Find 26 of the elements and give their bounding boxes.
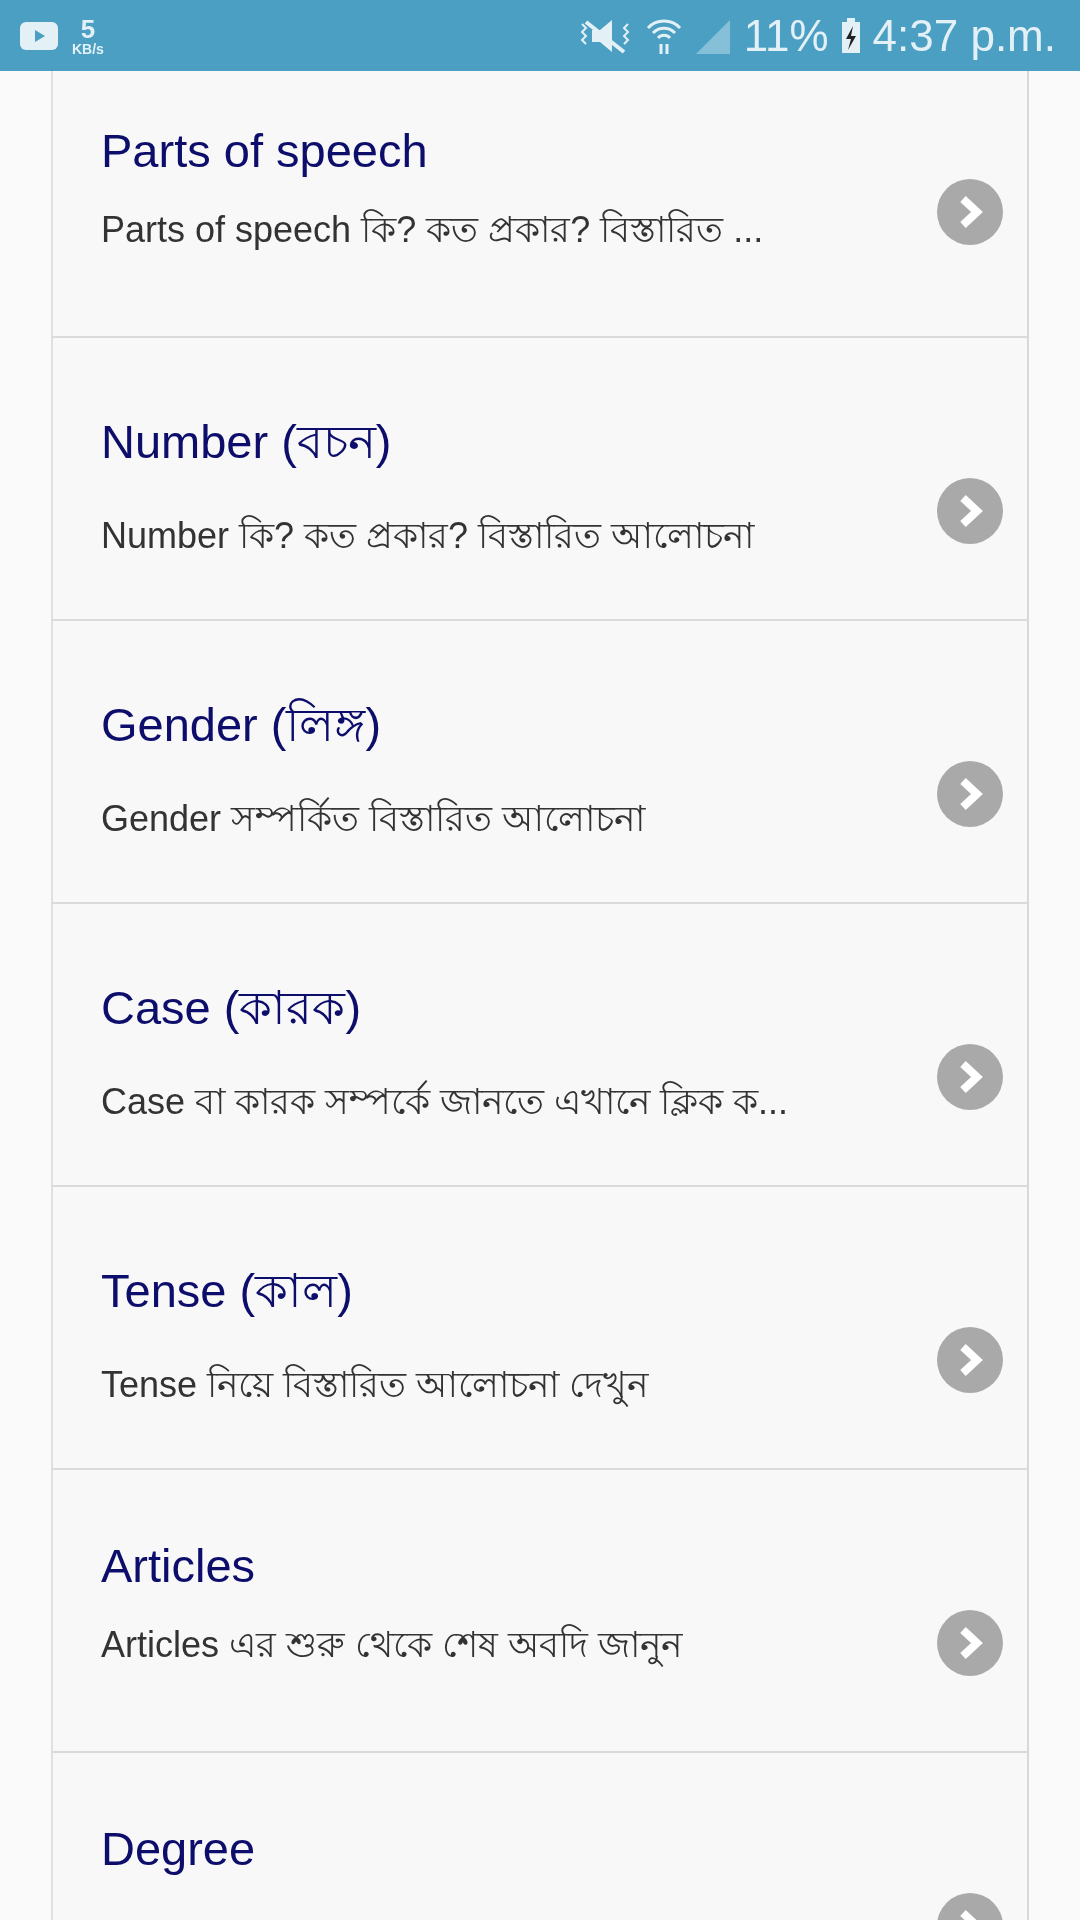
topic-title: Tense (কাল)	[101, 1263, 354, 1319]
topic-title: Parts of speech	[101, 123, 429, 178]
topic-title: Gender (লিঙ্গ)	[101, 697, 383, 753]
topic-card[interactable]: Articles Articles এর শুরু থেকে শেষ অবদি জানুন	[51, 1470, 1029, 1753]
battery-percent: 11%	[743, 10, 829, 61]
battery-charging-icon	[840, 17, 861, 54]
topic-card[interactable]: Number (বচন) Number কি? কত প্রকার? বিস্তারিত আলোচনা	[51, 338, 1029, 621]
speed-value: 5	[80, 15, 96, 42]
speed-unit: KB/s	[72, 41, 104, 56]
topic-subtitle: Parts of speech কি? কত প্রকার? বিস্তারিত ...	[101, 208, 765, 252]
topic-card[interactable]: Tense (কাল) Tense নিয়ে বিস্তারিত আলোচনা দেখুন	[51, 1187, 1029, 1470]
topic-card[interactable]: Parts of speech Parts of speech কি? কত প্রকার? বিস্তারিত ...	[51, 71, 1029, 338]
topic-subtitle: Articles এর শুরু থেকে শেষ অবদি জানুন	[101, 1623, 684, 1669]
video-icon	[20, 21, 58, 50]
topic-card[interactable]: Gender (লিঙ্গ) Gender সম্পর্কিত বিস্তারিত আলোচনা	[51, 621, 1029, 904]
topic-title: Articles	[101, 1538, 257, 1593]
topic-subtitle: Case বা কারক সম্পর্কে জানতে এখানে ক্লিক ক...	[101, 1079, 790, 1124]
topic-card[interactable]: Case (কারক) Case বা কারক সম্পর্কে জানতে এখানে ক্লিক ক...	[51, 904, 1029, 1187]
topic-subtitle: Tense নিয়ে বিস্তারিত আলোচনা দেখুন	[101, 1363, 650, 1409]
topic-card[interactable]: Degree	[51, 1753, 1029, 1920]
topic-title: Case (কারক)	[101, 980, 363, 1036]
topic-title: Degree	[101, 1821, 257, 1876]
clock: 4:37 p.m.	[872, 10, 1056, 61]
topic-subtitle: Number কি? কত প্রকার? বিস্তারিত আলোচনা	[101, 514, 756, 558]
topic-subtitle: Gender সম্পর্কিত বিস্তারিত আলোচনা	[101, 796, 647, 841]
topic-title: Number (বচন)	[101, 414, 393, 470]
